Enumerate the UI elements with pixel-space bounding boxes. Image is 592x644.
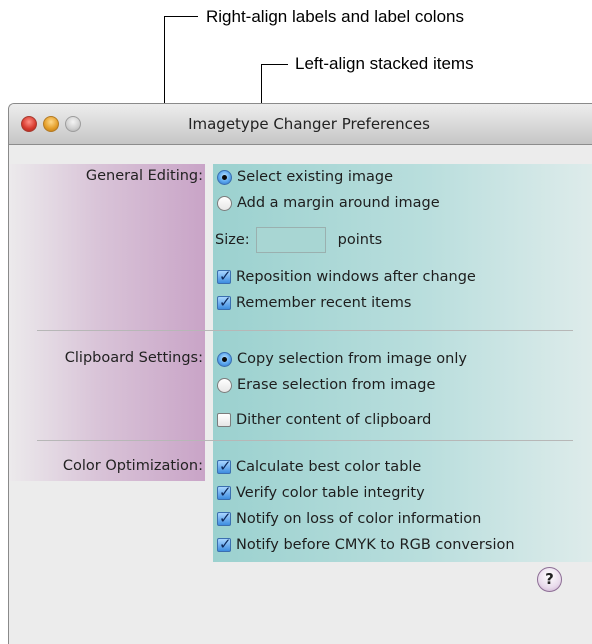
label-column-highlight	[9, 164, 205, 481]
checkbox-checked-icon	[217, 509, 232, 527]
size-label: Size:	[215, 232, 250, 248]
general-editing-label: General Editing:	[85, 168, 203, 184]
radio-label: Copy selection from image only	[237, 351, 467, 367]
checkbox-notify-color-loss[interactable]: Notify on loss of color information	[217, 509, 481, 529]
radio-selected-icon	[217, 351, 232, 367]
checkbox-notify-cmyk-conversion[interactable]: Notify before CMYK to RGB conversion	[217, 535, 515, 555]
clipboard-settings-label: Clipboard Settings:	[64, 350, 203, 366]
radio-label: Erase selection from image	[237, 377, 436, 393]
radio-label: Add a margin around image	[237, 195, 440, 211]
callout-line-right-align-horizontal	[164, 16, 198, 17]
checkbox-remember-recent[interactable]: Remember recent items	[217, 293, 411, 313]
checkbox-label: Verify color table integrity	[236, 485, 425, 501]
preferences-window: Imagetype Changer Preferences General Ed…	[8, 103, 592, 644]
section-separator	[37, 440, 573, 441]
checkbox-label: Notify before CMYK to RGB conversion	[236, 537, 515, 553]
checkbox-checked-icon	[217, 483, 232, 501]
radio-unselected-icon	[217, 377, 232, 393]
callout-line-left-align-horizontal	[261, 64, 288, 65]
radio-select-existing-image[interactable]: Select existing image	[217, 167, 393, 187]
color-optimization-label: Color Optimization:	[62, 458, 203, 474]
callout-left-align-items: Left-align stacked items	[295, 54, 474, 73]
checkbox-label: Dither content of clipboard	[236, 412, 432, 428]
size-input[interactable]	[255, 227, 326, 253]
checkbox-label: Notify on loss of color information	[236, 511, 482, 527]
checkbox-checked-icon	[217, 535, 232, 553]
checkbox-checked-icon	[217, 457, 232, 475]
checkbox-label: Calculate best color table	[236, 459, 422, 475]
checkbox-checked-icon	[217, 293, 232, 311]
checkbox-reposition-windows[interactable]: Reposition windows after change	[217, 267, 476, 287]
checkbox-label: Reposition windows after change	[236, 269, 476, 285]
radio-label: Select existing image	[237, 169, 394, 185]
checkbox-verify-integrity[interactable]: Verify color table integrity	[217, 483, 425, 503]
checkbox-calculate-best-color[interactable]: Calculate best color table	[217, 457, 421, 477]
checkbox-label: Remember recent items	[236, 295, 412, 311]
checkbox-unchecked-icon	[217, 413, 231, 427]
size-unit-label: points	[337, 232, 383, 248]
radio-copy-selection[interactable]: Copy selection from image only	[217, 349, 467, 369]
section-separator	[37, 330, 573, 331]
checkbox-dither-content[interactable]: Dither content of clipboard	[217, 410, 431, 430]
callout-right-align-labels: Right-align labels and label colons	[206, 7, 464, 26]
radio-selected-icon	[217, 169, 232, 185]
size-row: Size: points	[215, 227, 383, 253]
window-title: Imagetype Changer Preferences	[188, 115, 430, 133]
help-button[interactable]: ?	[537, 567, 562, 592]
checkbox-checked-icon	[217, 267, 232, 285]
radio-erase-selection[interactable]: Erase selection from image	[217, 375, 435, 395]
title-bar[interactable]: Imagetype Changer Preferences	[9, 104, 592, 145]
radio-add-margin[interactable]: Add a margin around image	[217, 193, 440, 213]
radio-unselected-icon	[217, 195, 232, 211]
